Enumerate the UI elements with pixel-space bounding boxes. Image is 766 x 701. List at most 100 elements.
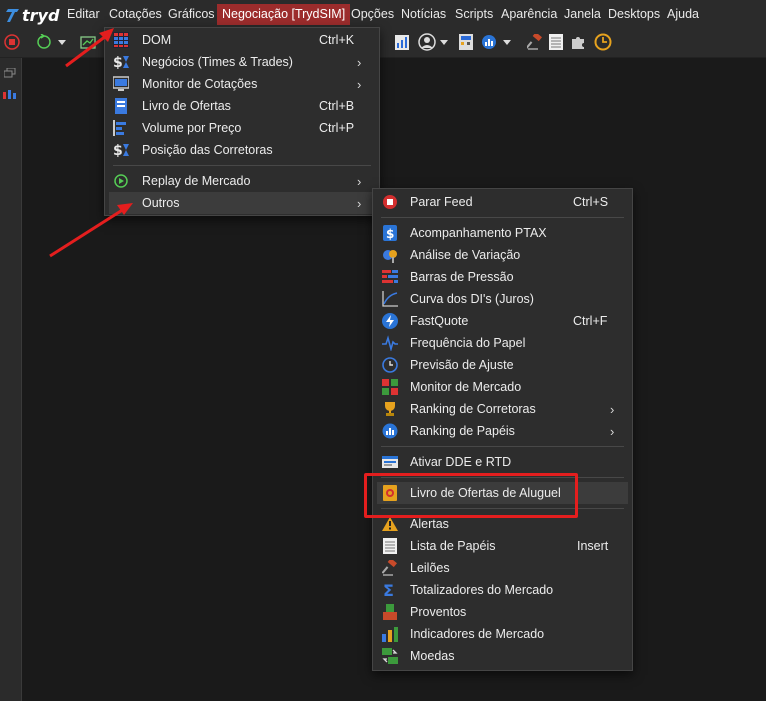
clock-icon (382, 357, 398, 373)
puzzle-icon[interactable] (570, 34, 586, 50)
menu-item-label: DOM (142, 33, 172, 47)
menu-item-negocios[interactable]: $ Negócios (Times & Trades) › (105, 51, 379, 73)
menu-item-outros[interactable]: Outros › (109, 192, 375, 214)
user-account-icon[interactable] (418, 33, 436, 51)
shortcut-label: Ctrl+B (319, 99, 355, 113)
chevron-down-icon[interactable] (503, 40, 511, 45)
shortcut-label: Ctrl+S (573, 195, 609, 209)
dom-grid-icon (113, 32, 129, 48)
menu-item-ranking-papeis[interactable]: Ranking de Papéis › (373, 420, 632, 442)
menu-scripts[interactable]: Scripts (450, 4, 498, 25)
submenu-arrow-icon: › (357, 76, 362, 92)
menu-item-label: Acompanhamento PTAX (410, 226, 547, 240)
outros-submenu: Parar Feed Ctrl+S $ Acompanhamento PTAX … (372, 188, 633, 671)
dde-icon (382, 454, 398, 470)
menu-separator (381, 217, 624, 218)
menu-item-label: Lista de Papéis (410, 539, 496, 553)
app-name: tryd (22, 5, 60, 25)
dollar-hourglass-icon: $ (113, 142, 129, 158)
warning-icon (382, 516, 398, 532)
menu-item-fastquote[interactable]: FastQuote Ctrl+F (373, 310, 632, 332)
menu-item-posicao-corretoras[interactable]: $ Posição das Corretoras (105, 139, 379, 161)
menu-item-indicadores[interactable]: Indicadores de Mercado (373, 623, 632, 645)
menu-item-label: Outros (142, 196, 180, 210)
menu-ajuda[interactable]: Ajuda (662, 4, 704, 25)
menu-item-label: Frequência do Papel (410, 336, 526, 350)
svg-text:Σ: Σ (383, 582, 394, 598)
menu-item-analise-variacao[interactable]: Análise de Variação (373, 244, 632, 266)
chart-icon[interactable] (80, 34, 96, 50)
ranking-badge-icon (382, 423, 398, 439)
menu-negociacao[interactable]: Negociação [TrydSIM] (217, 4, 351, 25)
menu-item-moedas[interactable]: Moedas (373, 645, 632, 667)
gavel-icon[interactable] (527, 34, 543, 50)
chevron-down-icon[interactable] (58, 40, 66, 45)
menu-item-totalizadores[interactable]: Σ Totalizadores do Mercado (373, 579, 632, 601)
menu-item-label: Leilões (410, 561, 450, 575)
menu-separator (113, 165, 371, 166)
menu-item-volume-preco[interactable]: Volume por Preço Ctrl+P (105, 117, 379, 139)
clock-icon[interactable] (594, 33, 612, 51)
menu-item-label: FastQuote (410, 314, 469, 328)
shortcut-label: Ctrl+P (319, 121, 355, 135)
menu-item-monitor-cotacoes[interactable]: Monitor de Cotações › (105, 73, 379, 95)
document-icon[interactable] (549, 34, 563, 50)
menu-item-curva-dis[interactable]: Curva dos DI's (Juros) (373, 288, 632, 310)
menu-opcoes[interactable]: Opções (346, 4, 399, 25)
menu-item-label: Ranking de Papéis (410, 424, 515, 438)
cotacoes-menu: DOM Ctrl+K $ Negócios (Times & Trades) ›… (104, 27, 380, 216)
menu-item-label: Moedas (410, 649, 455, 663)
menu-item-proventos[interactable]: Proventos (373, 601, 632, 623)
svg-text:$: $ (113, 55, 123, 70)
menu-item-label: Alertas (410, 517, 449, 531)
menu-item-ativar-dde[interactable]: Ativar DDE e RTD (373, 451, 632, 473)
tryd-logo-icon (6, 9, 19, 22)
monitor-icon (113, 76, 129, 92)
volume-bars-icon (113, 120, 129, 136)
menu-item-dom[interactable]: DOM Ctrl+K (105, 29, 379, 51)
pressure-bars-icon (382, 269, 398, 285)
menu-noticias[interactable]: Notícias (396, 4, 451, 25)
stop-feed-icon[interactable] (4, 34, 20, 50)
menu-item-label: Proventos (410, 605, 467, 619)
replay-icon[interactable] (36, 34, 52, 50)
menu-item-monitor-mercado[interactable]: Monitor de Mercado (373, 376, 632, 398)
ranking-badge-icon[interactable] (481, 34, 497, 50)
menu-item-previsao-ajuste[interactable]: Previsão de Ajuste (373, 354, 632, 376)
menu-editar[interactable]: Editar (62, 4, 105, 25)
lightning-icon (382, 313, 398, 329)
proventos-icon (382, 604, 398, 620)
ptax-dollar-icon: $ (382, 225, 398, 241)
menu-janela[interactable]: Janela (559, 4, 606, 25)
report-icon[interactable] (395, 35, 409, 50)
shortcut-label: Ctrl+F (573, 314, 608, 328)
svg-text:$: $ (113, 143, 123, 158)
menu-item-parar-feed[interactable]: Parar Feed Ctrl+S (373, 191, 632, 213)
menu-item-label: Totalizadores do Mercado (410, 583, 554, 597)
candles-icon[interactable] (2, 88, 18, 102)
menu-item-label: Indicadores de Mercado (410, 627, 545, 641)
menu-item-frequencia-papel[interactable]: Frequência do Papel (373, 332, 632, 354)
menu-item-livro-ofertas[interactable]: Livro de Ofertas Ctrl+B (105, 95, 379, 117)
windows-icon[interactable] (4, 68, 16, 78)
sigma-icon: Σ (382, 582, 398, 598)
menu-cotacoes[interactable]: Cotações (104, 4, 167, 25)
menu-item-label: Monitor de Mercado (410, 380, 522, 394)
menu-item-lista-papeis[interactable]: Lista de Papéis Insert (373, 535, 632, 557)
menu-item-leiloes[interactable]: Leilões (373, 557, 632, 579)
menu-item-label: Ranking de Corretoras (410, 402, 536, 416)
chevron-down-icon[interactable] (440, 40, 448, 45)
indicators-icon (382, 626, 398, 642)
menu-item-barras-pressao[interactable]: Barras de Pressão (373, 266, 632, 288)
submenu-arrow-icon: › (357, 173, 362, 189)
menu-item-ptax[interactable]: $ Acompanhamento PTAX (373, 222, 632, 244)
menu-bar: tryd Editar Cotações Gráficos Negociação… (0, 0, 766, 29)
menu-item-label: Análise de Variação (410, 248, 521, 262)
menu-desktops[interactable]: Desktops (603, 4, 665, 25)
book-icon (113, 98, 129, 114)
menu-item-replay-mercado[interactable]: Replay de Mercado › (105, 170, 379, 192)
calculator-icon[interactable] (458, 34, 474, 50)
menu-item-ranking-corretoras[interactable]: Ranking de Corretoras › (373, 398, 632, 420)
menu-aparencia[interactable]: Aparência (496, 4, 562, 25)
menu-graficos[interactable]: Gráficos (163, 4, 220, 25)
